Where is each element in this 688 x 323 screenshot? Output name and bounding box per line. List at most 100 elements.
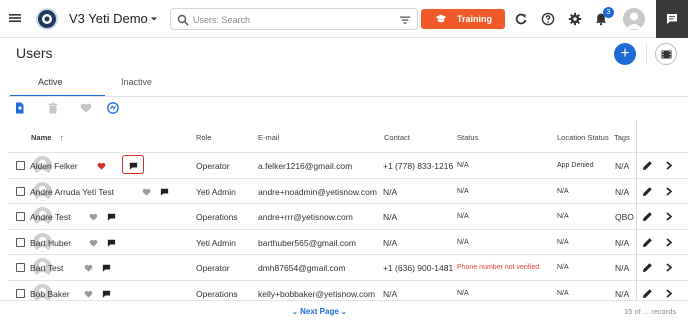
settings-gear-icon[interactable] [568,12,582,26]
favorite-heart-icon [80,102,92,114]
user-role: Yeti Admin [196,186,236,197]
chevron-right-icon[interactable] [665,212,673,221]
user-contact: N/A [383,212,398,223]
column-header-status[interactable]: Status [457,133,478,142]
edit-pencil-icon[interactable] [642,211,653,222]
user-location-status: N/A [557,264,569,272]
column-header-email[interactable]: E-mail [258,133,279,142]
favorite-heart-icon[interactable] [97,162,106,170]
row-checkbox[interactable] [16,263,25,273]
comment-bubble-icon[interactable] [107,213,116,221]
sort-ascending-icon[interactable]: ↑ [60,133,64,142]
edit-pencil-icon[interactable] [642,237,653,248]
tab-inactive[interactable]: Inactive [121,77,152,87]
export-file-icon[interactable] [14,102,26,114]
comment-bubble-icon[interactable] [102,264,111,273]
help-icon[interactable] [541,12,555,26]
search-input[interactable] [193,12,389,27]
search-box[interactable] [170,8,418,30]
user-status: N/A [457,162,469,169]
user-name[interactable]: Bob Baker [30,289,70,299]
row-checkbox[interactable] [16,186,25,196]
app-name[interactable]: V3 Yeti Demo [69,11,148,26]
user-role: Yeti Admin [196,237,236,248]
comment-bubble-icon[interactable] [107,239,116,247]
hamburger-menu-icon[interactable] [8,11,22,25]
add-user-button[interactable]: + [614,43,636,65]
bulk-action-icon[interactable] [107,102,119,114]
user-contact: +1 (778) 833-1216 [383,161,454,171]
tabs-bar: Active Inactive [8,69,688,97]
favorite-heart-icon[interactable] [142,188,151,196]
edit-pencil-icon[interactable] [642,160,653,171]
chevron-down-icon[interactable] [150,15,158,23]
next-page-link[interactable]: ⌄ Next Page ⌄ [292,307,347,316]
row-checkbox[interactable] [16,212,25,222]
user-status: N/A [457,238,469,246]
refresh-icon[interactable] [514,12,528,26]
table-row[interactable]: Bart Huber Yeti Admin barthuber565@gmail.c… [8,228,688,254]
user-role: Operations [196,289,238,299]
user-location-status: N/A [557,238,569,246]
user-role: Operator [196,263,230,274]
comment-bubble-icon[interactable] [102,290,111,298]
next-page-label: Next Page [300,307,339,316]
chevron-right-icon[interactable] [665,161,673,170]
chevron-down-icon: ⌄ [292,309,298,316]
top-bar: V3 Yeti Demo Training 3 [0,0,688,38]
favorite-heart-icon[interactable] [84,290,93,298]
edit-pencil-icon[interactable] [642,186,653,197]
comment-bubble-icon[interactable] [160,188,169,196]
user-name[interactable]: Bart Huber [30,238,71,248]
chevron-right-icon[interactable] [665,186,673,196]
user-email: a.felker1216@gmail.com [258,161,353,171]
user-name[interactable]: Andre Test [30,212,70,222]
chat-icon [667,14,677,24]
chevron-right-icon[interactable] [665,238,673,247]
table-row[interactable]: Bart Test Operator dmh87654@gmail.com +1 (6… [8,254,688,279]
user-role: Operations [196,212,238,223]
row-checkbox[interactable] [16,161,25,170]
user-tags: N/A [615,161,630,171]
edit-pencil-icon[interactable] [642,288,653,299]
column-header-role[interactable]: Role [196,133,211,142]
column-header-tags[interactable]: Tags [614,133,630,142]
user-tags: QBO [615,212,634,223]
training-button[interactable]: Training [421,9,505,29]
table-row[interactable]: Andre Arruda Yeti Test Yeti Admin andre+no… [8,177,688,203]
favorite-heart-icon[interactable] [89,239,98,247]
favorite-heart-icon[interactable] [84,264,93,273]
user-contact: N/A [383,237,398,248]
table-row[interactable]: Aiden Felker Operator a.felker1216@gmail.c… [8,152,688,177]
user-status: N/A [457,290,469,297]
chat-panel-toggle[interactable] [656,0,688,38]
records-count: 15 of ... records [624,307,677,316]
column-header-location-status[interactable]: Location Status [557,133,609,142]
chevron-down-icon: ⌄ [341,309,347,316]
edit-pencil-icon[interactable] [642,262,653,273]
header-divider [646,44,647,64]
row-checkbox[interactable] [16,289,25,298]
favorite-heart-icon[interactable] [89,213,98,221]
user-name[interactable]: Aiden Felker [30,161,78,171]
column-header-contact[interactable]: Contact [384,133,410,142]
training-label: Training [457,14,493,24]
user-name[interactable]: Andre Arruda Yeti Test [30,187,114,197]
user-avatar[interactable] [623,8,645,30]
page-title: Users [16,45,53,61]
column-header-name[interactable]: Name [31,133,51,142]
user-email: andre+rrr@yetisnow.com [258,212,353,223]
comment-bubble-icon[interactable] [129,162,138,170]
user-name[interactable]: Bart Test [30,263,63,273]
video-tutorial-button[interactable] [655,43,677,65]
tab-active[interactable]: Active [38,77,63,87]
company-logo[interactable] [36,8,58,30]
filter-icon[interactable] [399,14,411,26]
chevron-right-icon[interactable] [665,289,673,298]
user-status: N/A [457,213,469,221]
row-checkbox[interactable] [16,237,25,247]
table-row[interactable]: Andre Test Operations andre+rrr@yetisnow.c… [8,203,688,228]
graduation-cap-icon [435,14,447,24]
user-role: Operator [196,161,230,171]
chevron-right-icon[interactable] [665,263,673,272]
